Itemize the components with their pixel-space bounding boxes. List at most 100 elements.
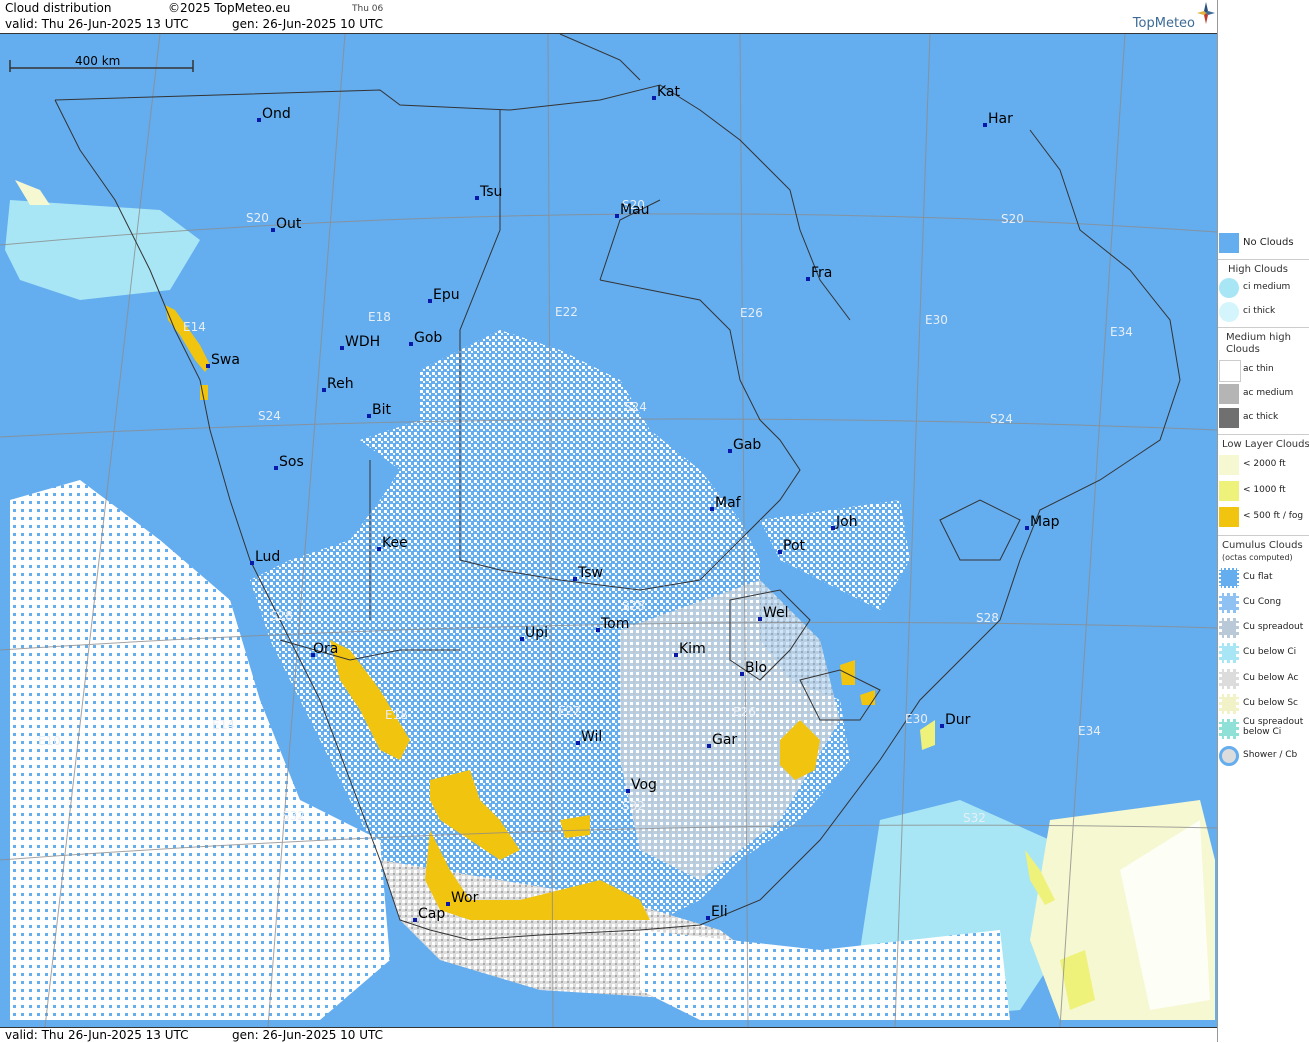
- city-marker[interactable]: Kee: [377, 535, 408, 551]
- grid-label: S32: [622, 799, 645, 813]
- ci-thick-swatch: [1219, 302, 1239, 322]
- grid-label: S20: [246, 211, 269, 225]
- city-marker[interactable]: Mau: [615, 202, 650, 218]
- svg-text:Ora: Ora: [313, 641, 338, 657]
- grid-label: E30: [925, 313, 948, 327]
- gen-time: gen: 26-Jun-2025 10 UTC: [232, 17, 384, 31]
- svg-text:Epu: Epu: [433, 287, 460, 303]
- svg-text:Joh: Joh: [835, 514, 858, 530]
- city-marker[interactable]: Cap: [413, 906, 445, 922]
- city-marker[interactable]: Lud: [250, 549, 280, 565]
- low-2000-swatch: [1219, 455, 1239, 475]
- city-marker[interactable]: Tsu: [475, 184, 502, 200]
- compass-icon: [1197, 2, 1215, 24]
- no-clouds-swatch: [1219, 233, 1239, 253]
- svg-text:WDH: WDH: [345, 334, 380, 350]
- svg-text:Wor: Wor: [451, 890, 479, 906]
- svg-text:Upi: Upi: [525, 625, 548, 641]
- city-marker[interactable]: Wel: [758, 605, 789, 621]
- legend-medium-clouds: Medium high Clouds ac thin ac medium ac …: [1218, 327, 1309, 432]
- svg-text:Gar: Gar: [712, 732, 737, 748]
- grid-label: S28: [976, 611, 999, 625]
- cu-flat-swatch: [1219, 568, 1239, 588]
- svg-text:Cap: Cap: [418, 906, 445, 922]
- grid-label: S32: [282, 809, 305, 823]
- legend-high-clouds: High Clouds ci medium ci thick: [1218, 259, 1309, 324]
- cloud-map[interactable]: 400 km S20 S20 S20 E14 E18 E22 E26 E30 E…: [0, 34, 1217, 1027]
- grid-label: E30: [905, 712, 928, 726]
- city-marker[interactable]: Kim: [674, 641, 706, 657]
- grid-label: S24: [624, 400, 647, 414]
- city-marker[interactable]: Wor: [446, 890, 479, 906]
- grid-label: S20: [1001, 212, 1024, 226]
- scale-label: 400 km: [75, 54, 120, 68]
- svg-text:Eli: Eli: [711, 904, 728, 920]
- city-marker[interactable]: Ora: [311, 641, 338, 657]
- legend-cumulus-clouds: Cumulus Clouds (octas computed) Cu flat …: [1218, 535, 1309, 772]
- city-marker[interactable]: Blo: [740, 660, 767, 676]
- copyright: ©2025 TopMeteo.eu: [168, 1, 291, 15]
- cu-spreadout-swatch: [1219, 618, 1239, 638]
- grid-label: S24: [258, 409, 281, 423]
- city-marker[interactable]: Pot: [778, 538, 806, 554]
- city-marker[interactable]: Map: [1025, 514, 1060, 530]
- city-marker[interactable]: Tom: [596, 616, 629, 632]
- cu-below-ci-swatch: [1219, 643, 1239, 663]
- grid-label: E22: [555, 305, 578, 319]
- city-marker[interactable]: Har: [983, 111, 1013, 127]
- svg-text:Tom: Tom: [600, 616, 629, 632]
- grid-label: E26: [733, 705, 756, 719]
- svg-text:Bit: Bit: [372, 402, 391, 418]
- city-marker[interactable]: Out: [271, 216, 302, 232]
- grid-label: E34: [1110, 325, 1133, 339]
- ac-thick-swatch: [1219, 408, 1239, 428]
- city-marker[interactable]: Gar: [707, 732, 737, 748]
- city-marker[interactable]: Eli: [706, 904, 728, 920]
- city-marker[interactable]: Reh: [322, 376, 354, 392]
- grid-label: E34: [1078, 724, 1101, 738]
- city-marker[interactable]: Dur: [940, 712, 971, 728]
- grid-label: E26: [740, 306, 763, 320]
- legend-panel: No Clouds High Clouds ci medium ci thick…: [1217, 0, 1309, 1042]
- ac-medium-swatch: [1219, 384, 1239, 404]
- city-marker[interactable]: Epu: [428, 287, 460, 303]
- svg-text:Pot: Pot: [783, 538, 806, 554]
- svg-text:Tsw: Tsw: [577, 565, 603, 581]
- svg-text:Dur: Dur: [945, 712, 971, 728]
- city-marker[interactable]: Gab: [728, 437, 761, 453]
- valid-time: valid: Thu 26-Jun-2025 13 UTC: [5, 17, 189, 31]
- city-marker[interactable]: Upi: [520, 625, 548, 641]
- grid-label: E14: [212, 718, 235, 732]
- city-marker[interactable]: Fra: [806, 265, 832, 281]
- grid-label: E18: [385, 708, 408, 722]
- city-marker[interactable]: Swa: [206, 352, 240, 368]
- city-marker[interactable]: Kat: [652, 84, 681, 100]
- day-label: Thu 06: [352, 4, 384, 14]
- svg-text:Lud: Lud: [255, 549, 280, 565]
- cu-below-sc-swatch: [1219, 694, 1239, 714]
- svg-text:Maf: Maf: [715, 495, 742, 511]
- city-marker[interactable]: Vog: [626, 777, 657, 793]
- low-500-swatch: [1219, 507, 1239, 527]
- city-marker[interactable]: Tsw: [573, 565, 603, 581]
- city-marker[interactable]: Gob: [409, 330, 442, 346]
- legend-no-clouds: No Clouds: [1218, 233, 1309, 255]
- svg-text:Wil: Wil: [581, 729, 602, 745]
- city-marker[interactable]: Bit: [367, 402, 391, 418]
- grid-label: E10: [38, 734, 61, 748]
- low-1000-swatch: [1219, 481, 1239, 501]
- city-marker[interactable]: Sos: [274, 454, 304, 470]
- grid-label: S28: [622, 599, 645, 613]
- map-title: Cloud distribution: [5, 1, 112, 15]
- city-marker[interactable]: Maf: [710, 495, 742, 511]
- city-marker[interactable]: Ond: [257, 106, 291, 122]
- svg-text:Gab: Gab: [733, 437, 761, 453]
- footer-valid: valid: Thu 26-Jun-2025 13 UTC: [5, 1028, 189, 1042]
- city-marker[interactable]: WDH: [340, 334, 380, 350]
- svg-text:Reh: Reh: [327, 376, 354, 392]
- shower-cb-swatch: [1219, 746, 1239, 766]
- svg-text:Kim: Kim: [679, 641, 706, 657]
- svg-text:Ond: Ond: [262, 106, 291, 122]
- legend-low-clouds: Low Layer Clouds < 2000 ft < 1000 ft < 5…: [1218, 434, 1309, 533]
- svg-text:Out: Out: [276, 216, 302, 232]
